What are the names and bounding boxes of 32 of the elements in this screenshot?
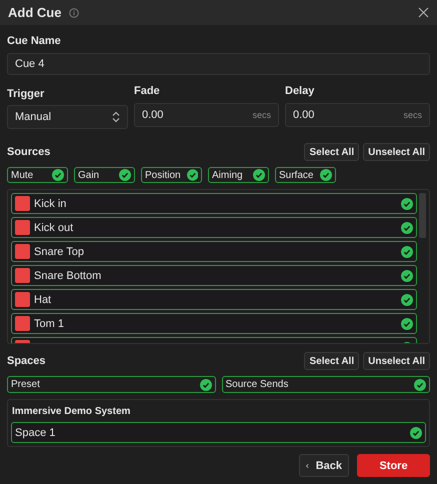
- cue-name-field[interactable]: Cue 4: [7, 53, 430, 75]
- field-label: Trigger: [7, 88, 46, 100]
- source-item[interactable]: Snare Bottom: [11, 265, 417, 286]
- select-button[interactable]: Unselect All: [363, 143, 430, 161]
- source-item[interactable]: Snare Top: [11, 241, 417, 262]
- filter-toggle[interactable]: Position: [141, 167, 202, 183]
- filter-toggle[interactable]: Source Sends: [222, 376, 430, 393]
- store-button[interactable]: Store: [357, 454, 430, 477]
- duration-field[interactable]: 0.00 secs: [285, 103, 430, 127]
- field-label: Delay: [285, 85, 316, 97]
- duration-field[interactable]: 0.00 secs: [134, 103, 279, 127]
- source-item[interactable]: Hat: [11, 289, 417, 310]
- field-label: Fade: [134, 85, 161, 97]
- select-button[interactable]: Unselect All: [363, 352, 430, 370]
- select-button[interactable]: Select All: [304, 352, 360, 370]
- section-title: Sources: [7, 146, 50, 158]
- group-title: Immersive Demo System: [11, 406, 132, 417]
- back-button[interactable]: Back: [299, 454, 349, 477]
- trigger-select[interactable]: Manual: [7, 105, 128, 129]
- window-title: Add Cue: [8, 5, 62, 20]
- filter-toggle[interactable]: Surface: [275, 167, 336, 183]
- source-item[interactable]: Kick in: [11, 193, 417, 214]
- source-item[interactable]: Tom 1: [11, 313, 417, 334]
- field-label: Cue Name: [7, 35, 62, 47]
- section-title: Spaces: [7, 355, 46, 367]
- select-button[interactable]: Select All: [304, 143, 360, 161]
- filter-toggle[interactable]: Mute: [7, 167, 68, 183]
- filter-toggle[interactable]: Aiming: [208, 167, 269, 183]
- space-item[interactable]: Space 1: [11, 422, 426, 443]
- filter-toggle[interactable]: Preset: [7, 376, 216, 393]
- source-item[interactable]: Kick out: [11, 217, 417, 238]
- filter-toggle[interactable]: Gain: [74, 167, 135, 183]
